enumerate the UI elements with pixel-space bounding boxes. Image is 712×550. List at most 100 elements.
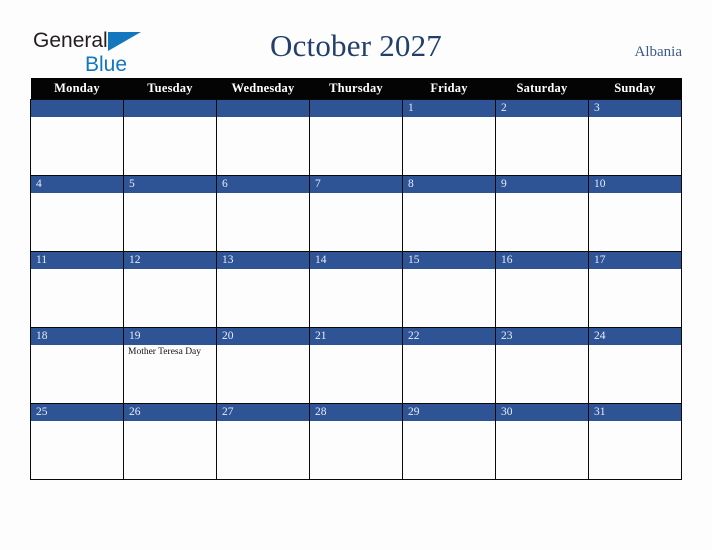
calendar-day-cell-23[interactable]: 23 (495, 327, 589, 404)
weekday-header-saturday: Saturday (495, 78, 589, 100)
calendar-day-cell-empty[interactable] (123, 99, 217, 176)
day-number: 17 (589, 252, 681, 269)
day-number: 21 (310, 328, 402, 345)
calendar-day-cell-12[interactable]: 12 (123, 251, 217, 328)
day-events (589, 269, 681, 271)
day-events (31, 117, 123, 119)
day-events (589, 193, 681, 195)
calendar-week-row: 11 12 13 14 15 16 17 (30, 251, 682, 328)
calendar-day-cell-15[interactable]: 15 (402, 251, 496, 328)
day-number: 22 (403, 328, 495, 345)
day-events (403, 269, 495, 271)
calendar-week-row: 123 (30, 99, 682, 176)
day-events (589, 421, 681, 423)
day-events (124, 117, 216, 119)
day-number: 30 (496, 404, 588, 421)
page-header: General Blue October 2027 Albania (0, 0, 712, 76)
calendar-day-cell-25[interactable]: 25 (30, 403, 124, 480)
calendar-body: 1 2 3 4 5 6 7 8 9 10 11 12 13 14 15 16 17 18 19 Mother Tere… (30, 99, 682, 480)
day-events (496, 269, 588, 271)
day-events (496, 193, 588, 195)
day-number: 16 (496, 252, 588, 269)
weekday-header-friday: Friday (402, 78, 496, 100)
day-events (496, 117, 588, 119)
day-events (124, 269, 216, 271)
calendar-day-cell-10[interactable]: 10 (588, 175, 682, 252)
calendar-day-cell-1[interactable]: 1 (402, 99, 496, 176)
day-events (217, 345, 309, 347)
calendar-day-cell-2[interactable]: 2 (495, 99, 589, 176)
calendar-day-cell-6[interactable]: 6 (216, 175, 310, 252)
day-events (589, 345, 681, 347)
day-number: 2 (496, 100, 588, 117)
day-events (589, 117, 681, 119)
calendar-day-cell-29[interactable]: 29 (402, 403, 496, 480)
day-number: 19 (124, 328, 216, 345)
calendar-day-cell-16[interactable]: 16 (495, 251, 589, 328)
day-events (217, 421, 309, 423)
calendar-day-cell-9[interactable]: 9 (495, 175, 589, 252)
calendar-day-cell-empty[interactable] (309, 99, 403, 176)
calendar-day-cell-14[interactable]: 14 (309, 251, 403, 328)
day-number: 6 (217, 176, 309, 193)
calendar-day-cell-24[interactable]: 24 (588, 327, 682, 404)
calendar-day-cell-8[interactable]: 8 (402, 175, 496, 252)
day-number (124, 100, 216, 117)
day-events (31, 193, 123, 195)
day-number: 27 (217, 404, 309, 421)
day-events (310, 269, 402, 271)
weekday-header-wednesday: Wednesday (216, 78, 310, 100)
day-number: 9 (496, 176, 588, 193)
weekday-header-row: Monday Tuesday Wednesday Thursday Friday Satu… (30, 78, 682, 100)
calendar-day-cell-19[interactable]: 19 Mother Teresa Day (123, 327, 217, 404)
day-events (31, 345, 123, 347)
calendar-day-cell-31[interactable]: 31 (588, 403, 682, 480)
calendar-day-cell-7[interactable]: 7 (309, 175, 403, 252)
day-number: 1 (403, 100, 495, 117)
weekday-header-tuesday: Tuesday (123, 78, 217, 100)
day-number: 11 (31, 252, 123, 269)
calendar-day-cell-empty[interactable] (30, 99, 124, 176)
calendar-week-row: 25 26 27 28 29 30 31 (30, 403, 682, 480)
day-events (496, 421, 588, 423)
holiday-label: Mother Teresa Day (128, 347, 202, 357)
day-number: 24 (589, 328, 681, 345)
calendar-day-cell-20[interactable]: 20 (216, 327, 310, 404)
calendar-day-cell-21[interactable]: 21 (309, 327, 403, 404)
day-events (403, 117, 495, 119)
day-events (124, 193, 216, 195)
day-number: 8 (403, 176, 495, 193)
calendar-day-cell-22[interactable]: 22 (402, 327, 496, 404)
calendar-day-cell-27[interactable]: 27 (216, 403, 310, 480)
day-events (124, 421, 216, 423)
day-number (31, 100, 123, 117)
calendar-day-cell-26[interactable]: 26 (123, 403, 217, 480)
day-events (31, 269, 123, 271)
calendar-day-cell-30[interactable]: 30 (495, 403, 589, 480)
day-events (310, 193, 402, 195)
calendar-day-cell-13[interactable]: 13 (216, 251, 310, 328)
day-number: 25 (31, 404, 123, 421)
day-events (310, 421, 402, 423)
day-number: 7 (310, 176, 402, 193)
calendar-day-cell-17[interactable]: 17 (588, 251, 682, 328)
day-number: 3 (589, 100, 681, 117)
calendar-day-cell-18[interactable]: 18 (30, 327, 124, 404)
calendar-day-cell-empty[interactable] (216, 99, 310, 176)
day-events (31, 421, 123, 423)
calendar-day-cell-5[interactable]: 5 (123, 175, 217, 252)
calendar-day-cell-11[interactable]: 11 (30, 251, 124, 328)
day-number: 15 (403, 252, 495, 269)
day-events (403, 421, 495, 423)
calendar-day-cell-3[interactable]: 3 (588, 99, 682, 176)
day-events (310, 117, 402, 119)
day-number: 29 (403, 404, 495, 421)
day-number: 14 (310, 252, 402, 269)
day-number: 13 (217, 252, 309, 269)
day-number: 10 (589, 176, 681, 193)
calendar-day-cell-4[interactable]: 4 (30, 175, 124, 252)
calendar-day-cell-28[interactable]: 28 (309, 403, 403, 480)
calendar-week-row: 4 5 6 7 8 9 10 (30, 175, 682, 252)
day-number: 12 (124, 252, 216, 269)
day-events: Mother Teresa Day (124, 345, 216, 358)
